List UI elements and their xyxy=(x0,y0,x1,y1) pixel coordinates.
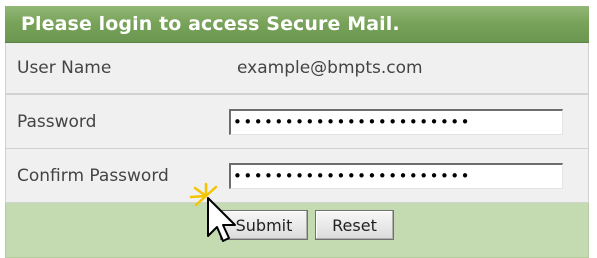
password-row: Password xyxy=(5,94,589,149)
confirm-password-label: Confirm Password xyxy=(17,165,169,186)
username-row: User Name example@bmpts.com xyxy=(5,43,589,94)
confirm-password-field[interactable] xyxy=(229,162,563,189)
login-footer: Submit Reset xyxy=(5,203,589,258)
login-header: Please login to access Secure Mail. xyxy=(5,6,589,43)
password-label: Password xyxy=(17,111,97,132)
cursor-icon xyxy=(189,182,236,242)
password-field[interactable] xyxy=(229,108,563,135)
reset-button[interactable]: Reset xyxy=(315,210,394,240)
confirm-password-row: Confirm Password xyxy=(5,149,589,203)
username-value: example@bmpts.com xyxy=(237,58,423,78)
username-label: User Name xyxy=(17,58,112,78)
login-panel: Please login to access Secure Mail. User… xyxy=(5,6,589,258)
